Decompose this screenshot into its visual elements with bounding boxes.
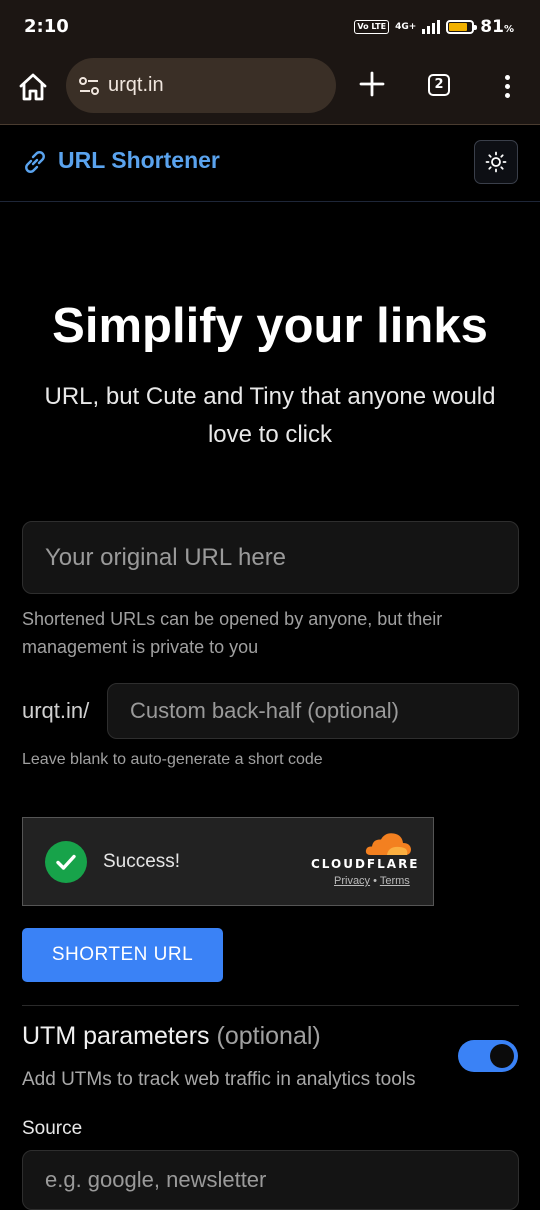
utm-description: Add UTMs to track web traffic in analyti… <box>22 1069 416 1090</box>
captcha-links: Privacy • Terms <box>334 875 410 887</box>
hero-title: Simplify your links <box>52 299 488 353</box>
new-tab-icon[interactable] <box>358 70 386 98</box>
battery-fill <box>449 23 467 31</box>
signal-icon <box>422 20 441 34</box>
address-bar[interactable]: urqt.in <box>66 58 336 113</box>
short-url-prefix: urqt.in/ <box>22 698 90 723</box>
link-icon <box>25 151 45 173</box>
privacy-link[interactable]: Privacy <box>334 875 370 887</box>
captcha-widget[interactable]: Success! CLOUDFLARE Privacy • Terms <box>22 817 434 906</box>
toggle-knob <box>490 1044 514 1068</box>
battery-percent: 81% <box>480 17 514 37</box>
brand-title[interactable]: URL Shortener <box>58 147 220 174</box>
site-settings-icon[interactable] <box>78 75 100 97</box>
utm-source-input[interactable] <box>22 1150 519 1210</box>
status-time: 2:10 <box>24 16 69 37</box>
status-icons: Vo LTE 4G+ 81% <box>354 16 514 38</box>
battery-icon <box>446 20 478 34</box>
shorten-url-button[interactable]: SHORTEN URL <box>22 928 223 982</box>
custom-backhalf-input[interactable] <box>107 683 519 739</box>
cloudflare-logo-icon <box>365 833 411 855</box>
browser-toolbar: urqt.in 2 <box>0 52 540 125</box>
hero-subtitle: URL, but Cute and Tiny that anyone would… <box>44 383 496 448</box>
app-header: URL Shortener <box>0 125 540 202</box>
source-label: Source <box>22 1118 83 1139</box>
theme-toggle-button[interactable] <box>474 140 518 184</box>
home-icon[interactable] <box>16 70 50 104</box>
tab-switcher-icon[interactable]: 2 <box>428 74 450 96</box>
original-url-input[interactable] <box>22 521 519 594</box>
url-text[interactable]: urqt.in <box>108 74 164 97</box>
status-bar: 2:10 Vo LTE 4G+ 81% <box>0 0 540 52</box>
backhalf-help-text: Leave blank to auto-generate a short cod… <box>22 751 323 768</box>
section-divider <box>22 1005 519 1006</box>
utm-section-title: UTM parameters (optional) <box>22 1022 321 1051</box>
url-help-text: Shortened URLs can be opened by anyone, … <box>22 609 443 657</box>
cloudflare-wordmark: CLOUDFLARE <box>311 857 420 871</box>
volte-badge: Vo LTE <box>354 20 390 34</box>
sun-icon <box>485 151 507 173</box>
utm-title-text: UTM parameters <box>22 1022 210 1050</box>
captcha-status: Success! <box>103 851 181 872</box>
network-type: 4G+ <box>395 22 417 32</box>
terms-link[interactable]: Terms <box>380 875 410 887</box>
utm-optional-text: (optional) <box>216 1022 321 1050</box>
utm-toggle[interactable] <box>458 1040 518 1072</box>
more-menu-icon[interactable] <box>498 72 516 100</box>
link-separator: • <box>373 875 377 887</box>
check-icon <box>45 841 87 883</box>
